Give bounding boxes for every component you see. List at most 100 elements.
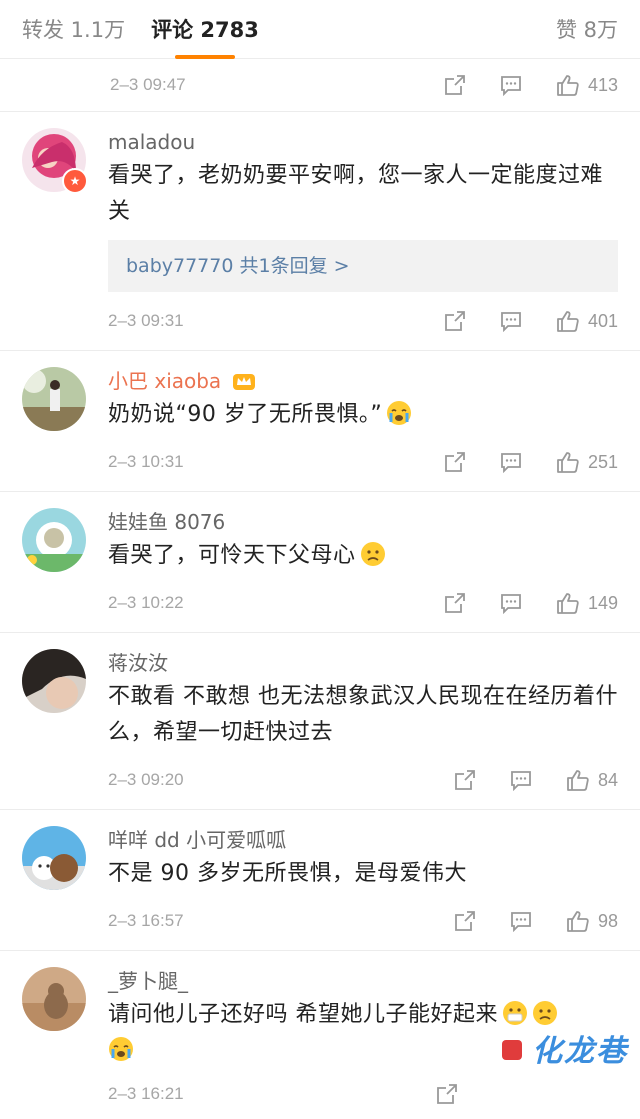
comment-meta: 2–3 16:57 98	[108, 892, 618, 950]
comment-meta: 2–3 10:31 251	[108, 433, 618, 491]
like-button[interactable]: 98	[566, 910, 618, 932]
crying-emoji-icon	[109, 1037, 133, 1061]
repost-icon	[437, 1084, 457, 1104]
repost-button[interactable]	[454, 769, 476, 791]
avatar[interactable]	[22, 508, 86, 572]
like-button[interactable]: 251	[556, 451, 618, 473]
comment-text: 不是 90 多岁无所畏惧，是母爱伟大	[108, 861, 467, 886]
like-icon	[557, 75, 579, 96]
like-icon	[567, 911, 589, 932]
like-icon	[557, 452, 579, 473]
replies-link[interactable]: baby77770 共1条回复 >	[108, 240, 618, 292]
commenter-name-text: 小巴 xiaoba	[108, 369, 222, 393]
avatar[interactable]	[22, 826, 86, 890]
avatar[interactable]	[22, 649, 86, 713]
comment-item: 咩咩 dd 小可爱呱呱 不是 90 多岁无所畏惧，是母爱伟大 2–3 16:57…	[0, 810, 640, 951]
repost-button[interactable]	[444, 310, 466, 332]
comment-actions	[402, 1083, 618, 1105]
comment-meta: 2–3 09:20 84	[108, 751, 618, 809]
comment-text-content: 奶奶说“90 岁了无所畏惧。”	[108, 402, 383, 427]
previous-comment-meta: 2–3 09:47 413	[0, 59, 640, 112]
repost-icon	[455, 770, 475, 790]
like-icon	[567, 770, 589, 791]
like-count: 413	[587, 74, 618, 95]
like-count: 251	[587, 451, 618, 472]
sad-emoji-icon	[533, 1001, 557, 1025]
like-button[interactable]: 401	[556, 310, 618, 332]
active-tab-indicator	[174, 55, 235, 59]
comment-text-content: 请问他儿子还好吗 希望她儿子能好起来	[108, 1002, 498, 1027]
comment-time: 2–3 10:22	[108, 593, 184, 612]
comment-meta: 2–3 16:21	[108, 1069, 618, 1119]
comment-text: 看哭了，可怜天下父母心	[108, 538, 618, 574]
like-button[interactable]: 149	[556, 592, 618, 614]
avatar[interactable]	[22, 967, 86, 1031]
comment-text: 奶奶说“90 岁了无所畏惧。”	[108, 397, 618, 433]
comment-icon	[501, 312, 521, 332]
repost-button[interactable]	[436, 1083, 458, 1105]
reply-button[interactable]	[500, 310, 522, 332]
tab-comments[interactable]: 评论 2783	[151, 14, 259, 59]
avatar[interactable]: ★	[22, 128, 88, 194]
reply-button[interactable]	[500, 592, 522, 614]
comment-text: 看哭了，老奶奶要平安啊，您一家人一定能度过难关	[108, 163, 604, 224]
like-icon	[557, 593, 579, 614]
like-icon	[557, 311, 579, 332]
crown-icon	[232, 374, 255, 390]
like-button[interactable]: 84	[566, 769, 618, 791]
commenter-name[interactable]: 娃娃鱼 8076	[108, 508, 618, 536]
watermark-logo-icon	[502, 1040, 522, 1060]
crying-emoji-icon	[387, 401, 412, 425]
tab-likes[interactable]: 赞 8万	[556, 14, 618, 44]
comment-actions: 84	[420, 769, 618, 791]
repost-icon	[455, 911, 475, 931]
comment-item: 小巴 xiaoba 奶奶说“90 岁了无所畏惧。” 2–3 10:31 251	[0, 351, 640, 492]
reply-button[interactable]	[500, 74, 522, 96]
comment-icon	[501, 453, 521, 473]
repost-icon	[445, 593, 465, 613]
like-count: 401	[587, 310, 618, 331]
repost-icon	[445, 311, 465, 331]
repost-button[interactable]	[454, 910, 476, 932]
comment-text: 不敢看 不敢想 也无法想象武汉人民现在在经历着什么，希望一切赶快过去	[108, 684, 618, 745]
tab-repost[interactable]: 转发 1.1万	[22, 14, 125, 44]
comment-icon	[501, 76, 521, 96]
commenter-name[interactable]: maladou	[108, 128, 618, 156]
comment-meta: 2–3 09:31 401	[108, 292, 618, 350]
reply-button[interactable]	[510, 910, 532, 932]
repost-button[interactable]	[444, 74, 466, 96]
comment-time: 2–3 09:31	[108, 311, 184, 330]
commenter-name[interactable]: 咩咩 dd 小可爱呱呱	[108, 826, 618, 854]
commenter-name[interactable]: 小巴 xiaoba	[108, 367, 618, 395]
comment-item: ★ maladou 看哭了，老奶奶要平安啊，您一家人一定能度过难关 baby77…	[0, 112, 640, 351]
comment-icon	[511, 912, 531, 932]
comment-actions: 413	[410, 74, 618, 96]
comment-actions: 401	[410, 310, 618, 332]
like-count: 84	[597, 769, 618, 790]
watermark: 化龙巷	[532, 1034, 628, 1069]
comment-item: 蒋汝汝 不敢看 不敢想 也无法想象武汉人民现在在经历着什么，希望一切赶快过去 2…	[0, 633, 640, 810]
comment-time: 2–3 10:31	[108, 452, 184, 471]
avatar[interactable]	[22, 367, 86, 431]
verified-badge-icon: ★	[62, 168, 88, 194]
tab-comments-label: 评论 2783	[151, 18, 259, 42]
comment-time: 2–3 16:57	[108, 911, 184, 930]
comment-time: 2–3 09:20	[108, 770, 184, 789]
sad-emoji-icon	[360, 542, 385, 566]
reply-button[interactable]	[510, 769, 532, 791]
repost-button[interactable]	[444, 592, 466, 614]
comment-text-content: 看哭了，可怜天下父母心	[108, 543, 356, 568]
repost-button[interactable]	[444, 451, 466, 473]
comment-time: 2–3 16:21	[108, 1084, 184, 1103]
comment-meta: 2–3 10:22 149	[108, 574, 618, 632]
commenter-name[interactable]: _萝卜腿_	[108, 967, 618, 995]
like-count: 98	[597, 910, 618, 931]
reply-button[interactable]	[500, 451, 522, 473]
like-button[interactable]: 413	[556, 74, 618, 96]
comment-actions: 149	[410, 592, 618, 614]
comment-icon	[511, 771, 531, 791]
comment-time: 2–3 09:47	[110, 75, 186, 94]
comment-tabs: 转发 1.1万 评论 2783 赞 8万	[0, 0, 640, 59]
commenter-name[interactable]: 蒋汝汝	[108, 649, 618, 677]
comment-item: 娃娃鱼 8076 看哭了，可怜天下父母心 2–3 10:22 149	[0, 492, 640, 633]
